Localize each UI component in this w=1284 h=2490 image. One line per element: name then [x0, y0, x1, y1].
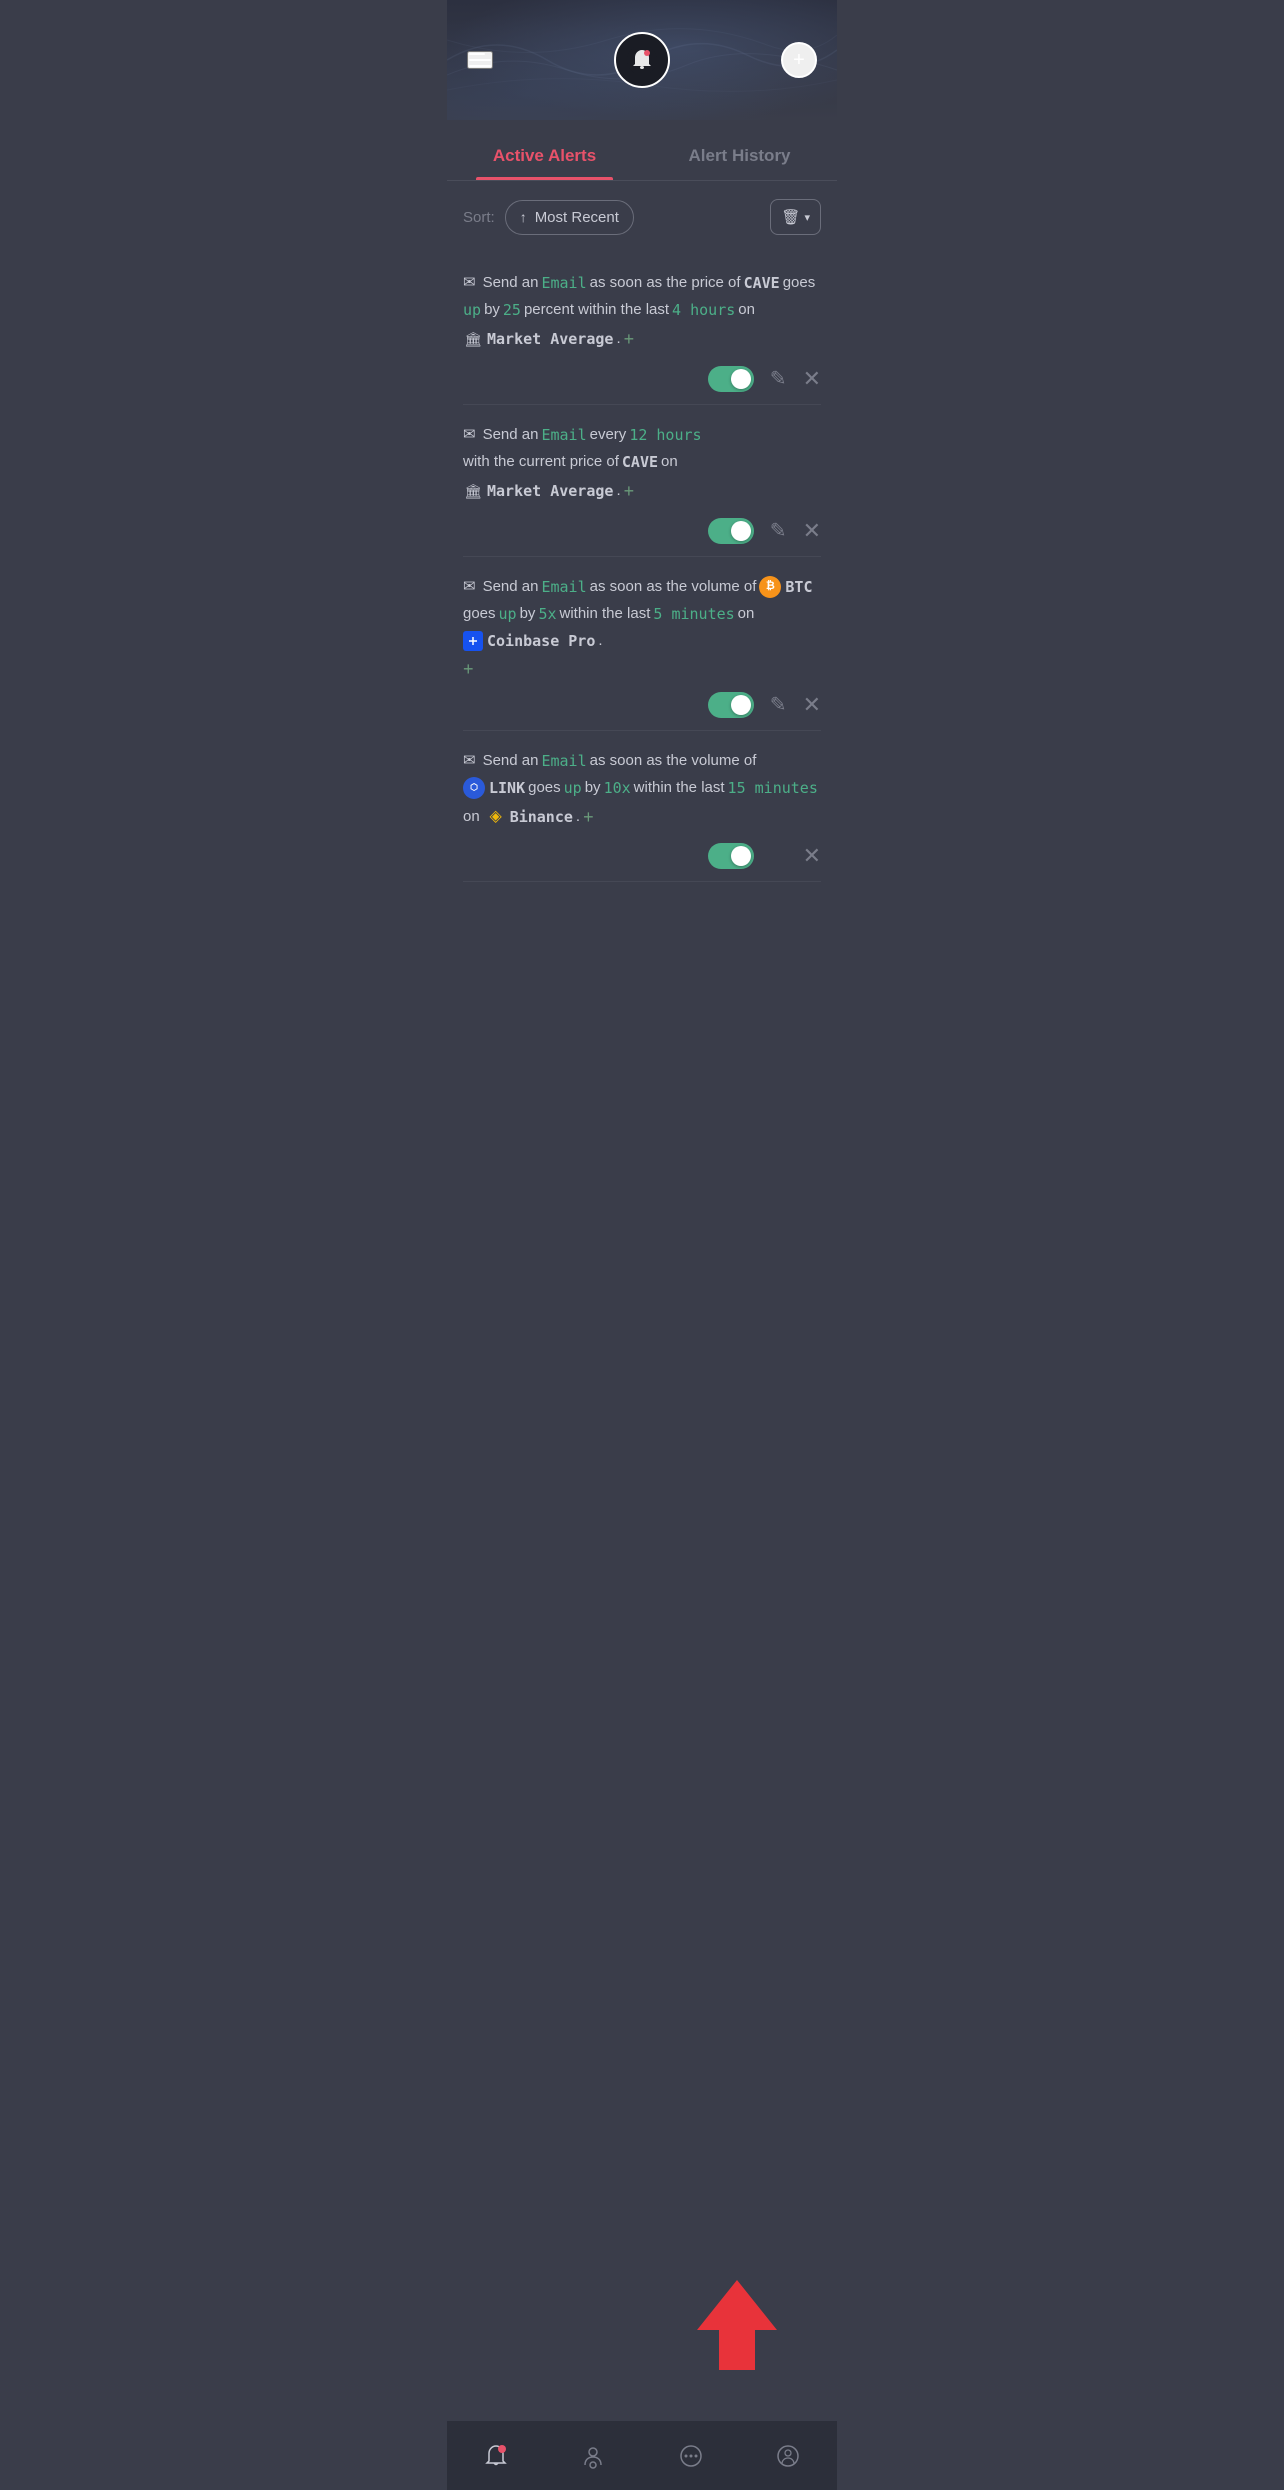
alert-item: ✉ Send an Email as soon as the volume of…	[463, 557, 821, 731]
alert-text-4: ✉ Send an Email as soon as the volume of…	[463, 749, 821, 832]
nav-item-profile[interactable]	[775, 2443, 801, 2469]
highlight-amount: 25	[503, 298, 521, 322]
sort-bar: Sort: ↑ Most Recent 🗑 ▾	[447, 181, 837, 253]
email-icon: ✉	[463, 749, 476, 773]
trash-icon: 🗑	[781, 208, 800, 226]
alert-toggle-3[interactable]	[708, 692, 754, 718]
exchange-label: 🏛 Market Average	[463, 327, 613, 351]
sort-label: Sort:	[463, 209, 495, 226]
alert-toggle-2[interactable]	[708, 518, 754, 544]
delete-button[interactable]: 🗑 ▾	[770, 199, 821, 235]
highlight-time: 15 minutes	[728, 776, 818, 800]
delete-button-4[interactable]: ✕	[803, 843, 821, 869]
main-content: Active Alerts Alert History Sort: ↑ Most…	[447, 128, 837, 972]
red-arrow-icon	[697, 2280, 777, 2370]
binance-icon: ◈	[486, 807, 506, 827]
app-logo	[614, 32, 670, 88]
link-label: ⬡ LINK	[463, 776, 525, 800]
exchange-label: 🏛 Market Average	[463, 479, 613, 503]
edit-button-2[interactable]: ✎	[770, 518, 787, 543]
add-condition-button[interactable]: +	[624, 325, 635, 354]
highlight-coin: CAVE	[744, 271, 780, 295]
alert-text-2: ✉ Send an Email every 12 hours with the …	[463, 423, 821, 506]
highlight-direction: up	[564, 776, 582, 800]
highlight-amount: 10x	[604, 776, 631, 800]
edit-button-3[interactable]: ✎	[770, 692, 787, 717]
highlight-direction: up	[463, 298, 481, 322]
delete-button-1[interactable]: ✕	[803, 366, 821, 392]
highlight-direction: up	[499, 602, 517, 626]
alert-text-3: ✉ Send an Email as soon as the volume of…	[463, 575, 821, 653]
sort-option-label: Most Recent	[535, 209, 619, 226]
alert-toggle-1[interactable]	[708, 366, 754, 392]
bell-nav-icon	[483, 2443, 509, 2469]
sort-button[interactable]: ↑ Most Recent	[505, 200, 634, 235]
header: +	[447, 0, 837, 120]
sort-arrow-icon: ↑	[520, 209, 527, 225]
market-average-icon: 🏛	[463, 330, 483, 348]
bell-logo-icon	[626, 44, 658, 76]
binance-label: ◈ Binance	[486, 805, 573, 829]
btc-coin-icon: ₿	[759, 576, 781, 598]
alert-item: ✉ Send an Email every 12 hours with the …	[463, 405, 821, 557]
add-condition-button[interactable]: +	[624, 477, 635, 506]
alert-toggle-4[interactable]	[708, 843, 754, 869]
tabs-container: Active Alerts Alert History	[447, 128, 837, 181]
menu-button[interactable]	[467, 51, 493, 69]
email-icon: ✉	[463, 423, 476, 447]
coinbase-label: Coinbase Pro	[463, 629, 595, 653]
highlight-email: Email	[541, 575, 586, 599]
highlight-frequency: 12 hours	[629, 423, 701, 447]
red-arrow-indicator	[697, 2280, 777, 2375]
alert-item: ✉ Send an Email as soon as the volume of…	[463, 731, 821, 883]
email-icon: ✉	[463, 271, 476, 295]
portfolio-nav-icon	[580, 2443, 606, 2469]
delete-button-3[interactable]: ✕	[803, 692, 821, 718]
menu-icon	[469, 59, 491, 61]
alert-item: ✉ Send an Email as soon as the price of …	[463, 253, 821, 405]
profile-nav-icon	[775, 2443, 801, 2469]
btc-label: ₿ BTC	[759, 575, 812, 599]
add-condition-button[interactable]: +	[463, 659, 474, 679]
dropdown-icon: ▾	[804, 211, 810, 224]
market-average-icon: 🏛	[463, 482, 483, 500]
highlight-email: Email	[541, 271, 586, 295]
email-icon: ✉	[463, 575, 476, 599]
nav-item-more[interactable]	[678, 2443, 704, 2469]
tab-alert-history[interactable]: Alert History	[642, 128, 837, 180]
alert-actions-4: ✎ ✕	[463, 843, 821, 869]
alerts-list: ✉ Send an Email as soon as the price of …	[447, 253, 837, 882]
bottom-navigation	[447, 2420, 837, 2490]
add-condition-button[interactable]: +	[583, 803, 594, 832]
highlight-email: Email	[541, 749, 586, 773]
tab-active-alerts[interactable]: Active Alerts	[447, 128, 642, 180]
add-alert-button[interactable]: +	[781, 42, 817, 78]
nav-item-alerts[interactable]	[483, 2443, 509, 2469]
highlight-amount: 5x	[538, 602, 556, 626]
highlight-time: 5 minutes	[653, 602, 734, 626]
coinbase-icon	[463, 631, 483, 651]
highlight-time: 4 hours	[672, 298, 735, 322]
plus-icon: +	[793, 49, 805, 72]
highlight-email: Email	[541, 423, 586, 447]
more-nav-icon	[678, 2443, 704, 2469]
menu-icon	[469, 53, 485, 55]
alert-actions-2: ✎ ✕	[463, 518, 821, 544]
edit-button-1[interactable]: ✎	[770, 366, 787, 391]
nav-item-portfolio[interactable]	[580, 2443, 606, 2469]
delete-button-2[interactable]: ✕	[803, 518, 821, 544]
alert-text-1: ✉ Send an Email as soon as the price of …	[463, 271, 821, 354]
alert-actions-3: ✎ ✕	[463, 692, 821, 718]
alert-actions-1: ✎ ✕	[463, 366, 821, 392]
highlight-coin: CAVE	[622, 450, 658, 474]
link-coin-icon: ⬡	[463, 777, 485, 799]
menu-icon	[469, 65, 491, 67]
